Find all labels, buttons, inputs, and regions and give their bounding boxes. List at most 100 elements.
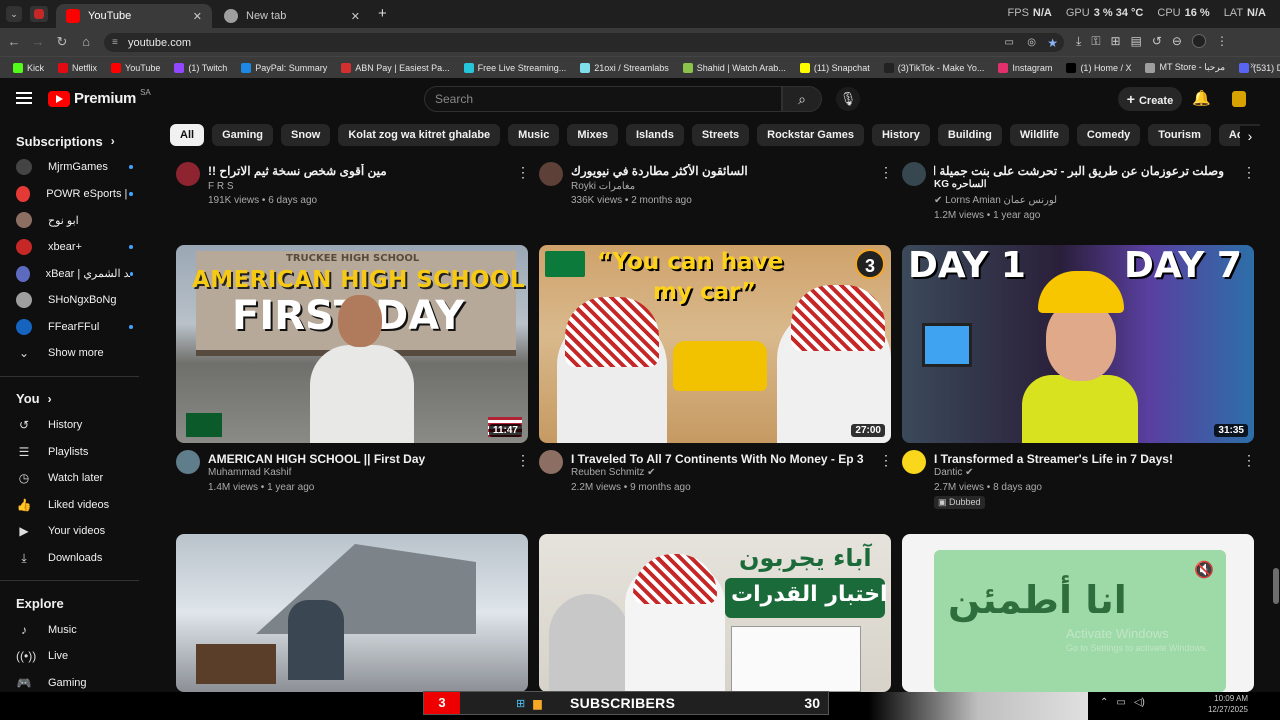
sidebar-item-live[interactable]: ((•)) Live: [0, 643, 155, 670]
page-scrollbar[interactable]: [1271, 78, 1280, 692]
video-title[interactable]: AMERICAN HIGH SCHOOL || First Day: [208, 452, 425, 466]
bookmark-item[interactable]: (1) Home / X: [1059, 59, 1138, 77]
mute-icon[interactable]: 🔇: [1194, 560, 1214, 580]
sidebar-subscription-item[interactable]: MjrmGames: [0, 154, 155, 181]
close-icon[interactable]: ✕: [193, 10, 202, 23]
chip-history[interactable]: History: [871, 124, 930, 146]
hamburger-menu-icon[interactable]: [16, 92, 32, 104]
bookmark-item[interactable]: (1) Twitch: [167, 59, 234, 77]
site-info-icon[interactable]: ≡: [112, 37, 118, 48]
chevron-up-icon[interactable]: ⌃: [1100, 697, 1108, 708]
subscriptions-header[interactable]: Subscriptions ›: [0, 128, 155, 154]
chip-music[interactable]: Music: [508, 124, 560, 146]
bookmark-item[interactable]: 21oxi / Streamlabs: [573, 59, 676, 77]
bookmarks-overflow-icon[interactable]: »: [1250, 60, 1256, 71]
bookmark-item[interactable]: ABN Pay | Easiest Pa...: [334, 59, 456, 77]
sidebar-subscription-item[interactable]: xbear+: [0, 234, 155, 261]
you-header[interactable]: You ›: [0, 386, 155, 412]
bookmark-item[interactable]: Netflix: [51, 59, 104, 77]
sidebar-item-your-videos[interactable]: ▶ Your videos: [0, 518, 155, 545]
tab-new-tab[interactable]: New tab ✕: [214, 4, 370, 28]
channel-name[interactable]: Reuben Schmitz ✔: [571, 467, 656, 478]
channel-avatar[interactable]: [176, 162, 200, 186]
youtube-premium-logo[interactable]: Premium SA: [48, 88, 151, 107]
more-options-icon[interactable]: ⋮: [1242, 452, 1256, 469]
card-icon[interactable]: ▤: [1131, 34, 1142, 50]
video-thumbnail[interactable]: [176, 534, 528, 692]
video-title[interactable]: I Traveled To All 7 Continents With No M…: [571, 452, 864, 466]
sidebar-subscription-item[interactable]: xBear | ابو عابد الشمري: [0, 260, 155, 287]
sidebar-item-liked-videos[interactable]: 👍 Liked videos: [0, 492, 155, 519]
chevron-right-icon[interactable]: ›: [1240, 126, 1260, 146]
sidebar-subscription-item[interactable]: FFearFFul: [0, 314, 155, 341]
volume-icon[interactable]: ◁): [1134, 697, 1145, 708]
channel-avatar[interactable]: [539, 162, 563, 186]
back-icon[interactable]: ←: [6, 34, 22, 50]
video-thumbnail[interactable]: آباء يجربون اختبار القدرات: [539, 534, 891, 692]
channel-avatar[interactable]: [539, 450, 563, 474]
chip-rockstar-games[interactable]: Rockstar Games: [757, 124, 864, 146]
channel-avatar[interactable]: [902, 450, 926, 474]
file-explorer-icon[interactable]: ▆: [533, 697, 541, 710]
more-options-icon[interactable]: ⋮: [1242, 164, 1256, 181]
close-icon[interactable]: ✕: [351, 10, 360, 23]
video-title[interactable]: I Transformed a Streamer's Life in 7 Day…: [934, 452, 1173, 466]
video-card[interactable]: مين أقوى شخص نسخة ثيم الاتراح !! F R S 1…: [176, 160, 530, 230]
video-title[interactable]: وصلت ترعوزمان عن طريق البر - تحرشت على ب…: [934, 164, 1224, 178]
chip-building[interactable]: Building: [937, 124, 1002, 146]
bookmark-item[interactable]: Free Live Streaming...: [457, 59, 574, 77]
bookmark-item[interactable]: MT Store - مرحبا: [1138, 59, 1232, 77]
chip-streets[interactable]: Streets: [691, 124, 750, 146]
chip-tourism[interactable]: Tourism: [1148, 124, 1211, 146]
bookmark-item[interactable]: PayPal: Summary: [234, 59, 334, 77]
channel-name[interactable]: Muhammad Kashif: [208, 467, 291, 478]
avatar[interactable]: [1232, 91, 1246, 107]
bookmark-item[interactable]: Instagram: [991, 59, 1059, 77]
more-options-icon[interactable]: ⋮: [879, 452, 893, 469]
sidebar-subscription-item[interactable]: POWR eSports | ...: [0, 181, 155, 208]
search-input[interactable]: Search: [424, 86, 782, 112]
system-clock[interactable]: 10:09 AM 12/27/2025: [1208, 693, 1248, 715]
tab-list-button[interactable]: ⌄: [6, 6, 22, 22]
bookmark-item[interactable]: (531) Discord | Frien...: [1232, 59, 1280, 77]
bookmark-item[interactable]: Shahid | Watch Arab...: [676, 59, 793, 77]
chip-islands[interactable]: Islands: [625, 124, 684, 146]
channel-name[interactable]: F R S: [208, 181, 234, 192]
new-tab-button[interactable]: +: [378, 5, 387, 22]
menu-icon[interactable]: ⋮: [1216, 34, 1228, 50]
chip-gaming[interactable]: Gaming: [212, 124, 274, 146]
video-title[interactable]: السائقون الأكثر مطاردة في نيويورك: [571, 164, 861, 178]
video-title[interactable]: مين أقوى شخص نسخة ثيم الاتراح !!: [208, 164, 498, 178]
notifications-bell-icon[interactable]: 🔔: [1192, 89, 1211, 109]
channel-avatar[interactable]: [176, 450, 200, 474]
video-thumbnail[interactable]: TRUCKEE HIGH SCHOOL AMERICAN HIGH SCHOOL…: [176, 245, 528, 443]
sidebar-item-playlists[interactable]: ☰ Playlists: [0, 438, 155, 465]
chip-mixes[interactable]: Mixes: [567, 124, 618, 146]
chip-kolat-zog-wa-kitret-ghalabe[interactable]: Kolat zog wa kitret ghalabe: [338, 124, 501, 146]
bookmark-item[interactable]: (3)TikTok - Make Yo...: [877, 59, 992, 77]
create-button[interactable]: + Create: [1118, 87, 1182, 111]
video-card[interactable]: السائقون الأكثر مطاردة في نيويورك Royki …: [539, 160, 893, 230]
translate-icon[interactable]: ⊞: [1110, 34, 1120, 50]
address-bar[interactable]: ≡ youtube.com ★ ◎ ▭: [104, 33, 1064, 52]
eye-off-icon[interactable]: ◎: [1027, 37, 1036, 48]
link-icon[interactable]: ⊖: [1172, 34, 1182, 50]
show-more-button[interactable]: ⌄ Show more: [0, 340, 155, 367]
bookmark-star-icon[interactable]: ★: [1047, 36, 1058, 50]
chip-snow[interactable]: Snow: [281, 124, 331, 146]
chip-all[interactable]: All: [170, 124, 205, 146]
home-icon[interactable]: ⌂: [78, 34, 94, 50]
video-thumbnail[interactable]: انا أطمئن 🔇 Activate Windows Go to Setti…: [902, 534, 1254, 692]
windows-start-icon[interactable]: ⊞: [516, 697, 525, 710]
reload-icon[interactable]: ↻: [54, 34, 70, 50]
install-app-icon[interactable]: ▭: [1005, 37, 1014, 48]
key-icon[interactable]: ⚿: [1091, 34, 1100, 50]
sidebar-item-music[interactable]: ♪ Music: [0, 616, 155, 643]
sidebar-item-downloads[interactable]: ⤓ Downloads: [0, 545, 155, 572]
video-thumbnail[interactable]: “You can have my car” 3 27:00: [539, 245, 891, 443]
forward-icon[interactable]: →: [30, 34, 46, 50]
more-options-icon[interactable]: ⋮: [516, 164, 530, 181]
more-options-icon[interactable]: ⋮: [879, 164, 893, 181]
channel-avatar[interactable]: [902, 162, 926, 186]
search-button[interactable]: ⌕: [782, 86, 822, 112]
